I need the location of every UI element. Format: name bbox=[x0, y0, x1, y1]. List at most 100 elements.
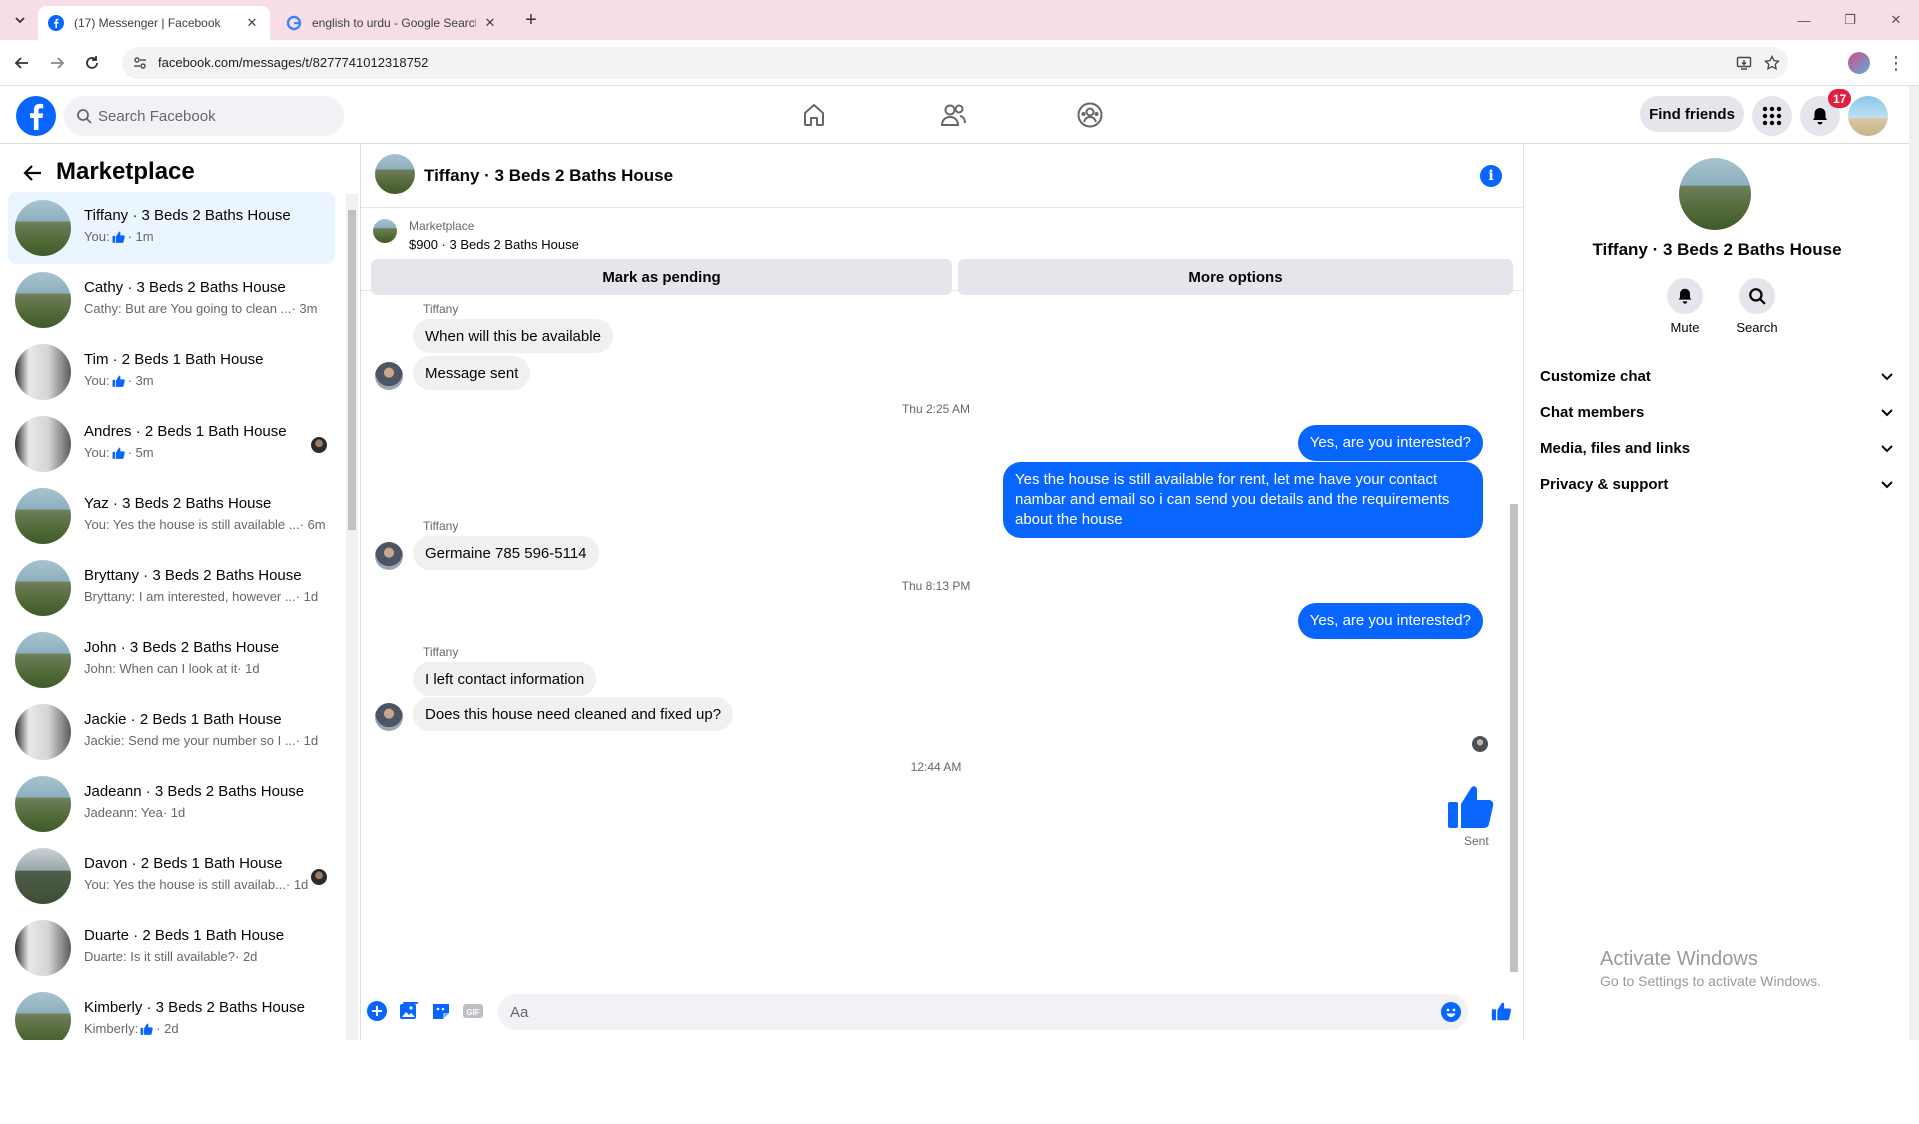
list-scrollbar[interactable] bbox=[346, 194, 358, 1040]
browser-menu-icon[interactable]: ⋮ bbox=[1886, 52, 1906, 74]
conversation-item[interactable]: Jadeann · 3 Beds 2 Baths House Jadeann: Y… bbox=[8, 768, 335, 840]
sticker-button[interactable] bbox=[429, 999, 453, 1023]
sender-name: Tiffany bbox=[423, 645, 459, 659]
conversation-time: · 1d bbox=[295, 589, 319, 604]
address-bar[interactable]: facebook.com/messages/t/8277741012318752 bbox=[122, 47, 1788, 79]
conversation-item[interactable]: Andres · 2 Beds 1 Bath House You: · 5m bbox=[8, 408, 335, 480]
accordion-chat-members[interactable]: Chat members bbox=[1540, 394, 1894, 430]
search-input[interactable] bbox=[98, 96, 338, 136]
close-tab-icon[interactable]: ✕ bbox=[482, 15, 498, 31]
scroll-thumb[interactable] bbox=[348, 210, 356, 530]
tab-search-button[interactable] bbox=[8, 8, 32, 32]
find-friends-button[interactable]: Find friends bbox=[1640, 96, 1744, 132]
more-options-button[interactable]: More options bbox=[958, 259, 1513, 295]
attach-photo-button[interactable] bbox=[397, 999, 421, 1023]
search-in-chat-button[interactable]: Search bbox=[1727, 278, 1787, 335]
nav-home[interactable] bbox=[799, 100, 829, 130]
message-input-wrapper[interactable] bbox=[498, 994, 1468, 1030]
facebook-favicon-icon bbox=[48, 15, 64, 31]
message-input[interactable] bbox=[510, 994, 1410, 1030]
nav-friends[interactable] bbox=[938, 100, 968, 130]
accordion-customize-chat[interactable]: Customize chat bbox=[1540, 358, 1894, 394]
message-bubble-incoming[interactable]: When will this be available bbox=[413, 319, 613, 353]
sender-avatar[interactable] bbox=[375, 703, 403, 731]
install-app-icon[interactable] bbox=[1736, 55, 1752, 71]
page-scrollbar[interactable] bbox=[1909, 86, 1919, 1040]
thumbs-up-icon[interactable] bbox=[1446, 780, 1498, 832]
reload-icon bbox=[86, 56, 98, 69]
preview-text: You: bbox=[84, 373, 110, 388]
back-arrow-icon[interactable] bbox=[22, 162, 44, 184]
minimize-button[interactable]: — bbox=[1781, 0, 1827, 40]
info-icon[interactable]: i bbox=[1480, 165, 1502, 187]
message-bubble-incoming[interactable]: Does this house need cleaned and fixed u… bbox=[413, 697, 734, 731]
message-bubble-incoming[interactable]: I left contact information bbox=[413, 662, 597, 696]
tab-google-search[interactable]: english to urdu - Google Search ✕ bbox=[276, 6, 508, 40]
conversation-item[interactable]: Cathy · 3 Beds 2 Baths House Cathy: But a… bbox=[8, 264, 335, 336]
conversation-item[interactable]: Tiffany · 3 Beds 2 Baths House You: · 1m bbox=[8, 192, 335, 264]
contact-name[interactable]: Tiffany · 3 Beds 2 Baths House bbox=[1524, 240, 1910, 260]
facebook-logo-icon[interactable] bbox=[16, 96, 56, 136]
message-thread: Tiffany When will this be available Mess… bbox=[361, 292, 1511, 982]
chat-header: Tiffany · 3 Beds 2 Baths House i bbox=[361, 144, 1523, 208]
forward-button[interactable] bbox=[45, 51, 69, 75]
sender-avatar[interactable] bbox=[375, 362, 403, 390]
message-bubble-incoming[interactable]: Message sent bbox=[413, 356, 531, 390]
close-window-button[interactable]: ✕ bbox=[1873, 0, 1919, 40]
message-bubble-outgoing[interactable]: Yes, are you interested? bbox=[1297, 425, 1483, 461]
message-bubble-incoming[interactable]: Germaine 785 596-5114 bbox=[413, 536, 599, 570]
emoji-icon[interactable] bbox=[1441, 1002, 1461, 1022]
close-tab-icon[interactable]: ✕ bbox=[244, 15, 260, 31]
conversation-time: · 6m bbox=[299, 517, 326, 532]
groups-icon bbox=[1077, 102, 1103, 128]
conversation-item[interactable]: Jackie · 2 Beds 1 Bath House Jackie: Send… bbox=[8, 696, 335, 768]
conversation-avatar bbox=[15, 920, 71, 976]
facebook-search[interactable] bbox=[64, 96, 344, 136]
conversation-item[interactable]: Duarte · 2 Beds 1 Bath House Duarte: Is i… bbox=[8, 912, 335, 984]
message-bubble-outgoing[interactable]: Yes the house is still available for ren… bbox=[1003, 462, 1483, 538]
reload-button[interactable] bbox=[80, 51, 104, 75]
back-button[interactable] bbox=[10, 51, 34, 75]
nav-groups[interactable] bbox=[1075, 100, 1105, 130]
conversation-name: Jackie · 2 Beds 1 Bath House bbox=[84, 711, 282, 728]
conversation-avatar bbox=[15, 992, 71, 1040]
bell-icon bbox=[1813, 108, 1827, 125]
mute-button[interactable]: Mute bbox=[1655, 278, 1715, 335]
search-label: Search bbox=[1736, 320, 1778, 335]
conversation-item[interactable]: Bryttany · 3 Beds 2 Baths House Bryttany:… bbox=[8, 552, 335, 624]
mark-as-pending-button[interactable]: Mark as pending bbox=[371, 259, 952, 295]
google-favicon-icon bbox=[286, 15, 302, 31]
conversation-item[interactable]: Tim · 2 Beds 1 Bath House You: · 3m bbox=[8, 336, 335, 408]
conversation-item[interactable]: Kimberly · 3 Beds 2 Baths House Kimberly:… bbox=[8, 984, 335, 1040]
tab-messenger[interactable]: (17) Messenger | Facebook ✕ bbox=[38, 6, 270, 40]
site-info-icon[interactable] bbox=[132, 55, 148, 71]
open-actions-button[interactable] bbox=[365, 999, 389, 1023]
url-text[interactable]: facebook.com/messages/t/8277741012318752 bbox=[158, 55, 428, 70]
notification-badge: 17 bbox=[1828, 89, 1852, 108]
listing-price[interactable]: $900 · 3 Beds 2 Baths House bbox=[409, 237, 579, 252]
chat-title[interactable]: Tiffany · 3 Beds 2 Baths House bbox=[424, 166, 673, 186]
accordion-media-files-links[interactable]: Media, files and links bbox=[1540, 430, 1894, 466]
chat-avatar[interactable] bbox=[375, 154, 415, 194]
gif-button[interactable]: GIF bbox=[461, 999, 485, 1023]
sender-avatar[interactable] bbox=[375, 542, 403, 570]
conversation-preview: Jadeann: Yea · 1d bbox=[84, 805, 185, 820]
conversation-preview: You: · 5m bbox=[84, 445, 154, 460]
browser-profile-avatar[interactable] bbox=[1848, 52, 1870, 74]
bookmark-star-icon[interactable] bbox=[1764, 55, 1780, 71]
svg-text:GIF: GIF bbox=[466, 1008, 479, 1017]
conversation-preview: Jackie: Send me your number so I ... · 1… bbox=[84, 733, 318, 748]
restore-button[interactable]: ❐ bbox=[1827, 0, 1873, 40]
conversation-item[interactable]: Davon · 2 Beds 1 Bath House You: Yes the … bbox=[8, 840, 335, 912]
contact-avatar[interactable] bbox=[1679, 158, 1751, 230]
scroll-thumb[interactable] bbox=[1510, 504, 1518, 972]
accordion-privacy-support[interactable]: Privacy & support bbox=[1540, 466, 1894, 502]
listing-thumbnail[interactable] bbox=[373, 219, 397, 243]
account-avatar[interactable] bbox=[1848, 96, 1888, 136]
conversation-item[interactable]: Yaz · 3 Beds 2 Baths House You: Yes the h… bbox=[8, 480, 335, 552]
send-like-button[interactable] bbox=[1490, 999, 1514, 1023]
message-bubble-outgoing[interactable]: Yes, are you interested? bbox=[1297, 603, 1483, 639]
menu-button[interactable] bbox=[1752, 96, 1792, 136]
new-tab-button[interactable]: + bbox=[520, 9, 542, 31]
conversation-item[interactable]: John · 3 Beds 2 Baths House John: When ca… bbox=[8, 624, 335, 696]
